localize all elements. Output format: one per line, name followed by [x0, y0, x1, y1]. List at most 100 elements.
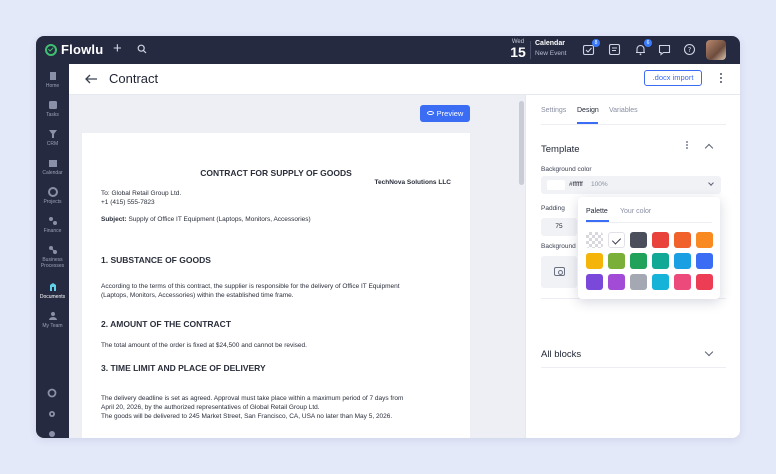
sidebar-item-my-team[interactable]: My Team	[36, 311, 69, 329]
tasks-icon	[48, 101, 57, 109]
chat-icon[interactable]	[658, 43, 671, 56]
color-preview	[547, 180, 565, 190]
sidebar-item-business-processes[interactable]: Business Processes	[36, 245, 69, 269]
help-icon[interactable]: ?	[683, 43, 696, 56]
page-title: Contract	[109, 71, 159, 86]
color-swatch[interactable]	[630, 253, 647, 269]
color-swatch[interactable]	[586, 274, 603, 290]
search-icon[interactable]	[137, 44, 147, 54]
avatar[interactable]	[706, 40, 726, 60]
color-swatch[interactable]	[608, 253, 625, 269]
color-swatch[interactable]	[608, 232, 625, 248]
paragraph-line: The total amount of the order is fixed a…	[101, 342, 307, 349]
notes-icon[interactable]	[608, 43, 621, 56]
projects-icon	[47, 187, 58, 197]
sidebar-item-label: My Team	[42, 323, 63, 329]
back-arrow-icon[interactable]	[84, 73, 98, 85]
color-palette-popup: Palette Your color	[578, 197, 720, 299]
paragraph-line: (Laptops, Monitors, Accessories) within …	[101, 292, 294, 299]
subject-text: Supply of Office IT Equipment (Laptops, …	[128, 216, 311, 223]
top-bar: Flowlu + Wed 15 Calendar New Event 8 6 ?	[36, 36, 740, 64]
apps-icon[interactable]	[47, 429, 57, 438]
sidebar-item-tasks[interactable]: Tasks	[36, 100, 69, 118]
color-swatch[interactable]	[630, 232, 647, 248]
section-heading: 3. TIME LIMIT AND PLACE OF DELIVERY	[101, 363, 266, 373]
color-swatch[interactable]	[696, 253, 713, 269]
tasks-check-icon[interactable]: 8	[582, 39, 600, 56]
paragraph-line: The delivery deadline is set as agreed. …	[101, 395, 404, 402]
tasks-badge: 8	[592, 39, 600, 47]
color-swatch[interactable]	[696, 274, 713, 290]
color-swatch[interactable]	[586, 253, 603, 269]
chevron-down-icon	[708, 180, 714, 186]
recipient-phone: +1 (415) 555-7823	[101, 199, 155, 206]
crm-icon	[48, 130, 57, 138]
background-image-upload[interactable]	[541, 256, 577, 288]
camera-icon	[554, 267, 565, 276]
bell-icon[interactable]: 6	[634, 39, 652, 56]
team-icon	[48, 312, 57, 320]
color-swatch[interactable]	[674, 232, 691, 248]
sidebar-item-label: Projects	[43, 199, 62, 205]
color-swatch[interactable]	[674, 253, 691, 269]
color-swatch[interactable]	[652, 253, 669, 269]
color-swatch[interactable]	[652, 232, 669, 248]
editor-scrollbar[interactable]	[519, 101, 524, 185]
calendar-widget[interactable]: Calendar New Event	[535, 39, 566, 59]
color-swatch[interactable]	[608, 274, 625, 290]
home-icon	[49, 72, 56, 80]
sidebar-item-calendar[interactable]: Calendar	[36, 158, 69, 176]
chevron-down-icon[interactable]	[704, 347, 714, 357]
sidebar-item-projects[interactable]: Projects	[36, 187, 69, 205]
date-day: 15	[510, 44, 526, 60]
sidebar-item-label: Calendar	[42, 170, 63, 176]
svg-text:?: ?	[688, 46, 692, 54]
sidebar-item-crm[interactable]: CRM	[36, 129, 69, 147]
paragraph-line: The goods will be delivered to 245 Marke…	[101, 413, 393, 420]
sidebar-item-label-2: Processes	[40, 263, 65, 269]
color-swatch[interactable]	[586, 232, 603, 248]
padding-label: Padding	[541, 205, 565, 212]
recipient: To: Global Retail Group Ltd.	[101, 190, 182, 197]
chevron-up-icon[interactable]	[704, 143, 714, 153]
color-swatch[interactable]	[674, 274, 691, 290]
sidebar-item-documents[interactable]: Documents	[36, 282, 69, 300]
section-title-all-blocks[interactable]: All blocks	[541, 349, 581, 360]
documents-icon	[49, 283, 56, 291]
sidebar-item-finance[interactable]: Finance	[36, 216, 69, 234]
tab-your-color[interactable]: Your color	[620, 208, 651, 215]
gear-icon[interactable]	[47, 409, 57, 419]
add-icon[interactable]: +	[113, 41, 122, 57]
tab-palette[interactable]: Palette	[586, 208, 608, 215]
subject-label: Subject:	[101, 216, 127, 223]
divider	[541, 367, 726, 368]
sidebar-item-label: Finance	[43, 228, 62, 234]
new-event-link[interactable]: New Event	[535, 49, 566, 59]
calendar-icon	[48, 160, 57, 167]
color-swatch[interactable]	[696, 232, 713, 248]
background-color-label: Background color	[541, 166, 592, 173]
company-name: TechNova Solutions LLC	[374, 179, 451, 186]
subject-line: Subject: Supply of Office IT Equipment (…	[101, 215, 311, 224]
paragraph-line: April 20, 2026, by the authorized repres…	[101, 404, 320, 411]
color-swatch[interactable]	[652, 274, 669, 290]
more-options-icon[interactable]	[719, 73, 723, 85]
section-options-icon[interactable]	[686, 141, 688, 149]
document-editor: Preview CONTRACT FOR SUPPLY OF GOODS Tec…	[69, 95, 525, 438]
logo[interactable]: Flowlu	[45, 42, 103, 57]
tab-variables[interactable]: Variables	[609, 107, 638, 114]
tab-design[interactable]: Design	[577, 107, 599, 114]
tab-settings[interactable]: Settings	[541, 107, 566, 114]
padding-input[interactable]: 75	[541, 218, 577, 236]
document-page[interactable]: CONTRACT FOR SUPPLY OF GOODS TechNova So…	[82, 133, 470, 438]
background-color-field[interactable]: #ffffff 100%	[541, 176, 721, 194]
docx-import-button[interactable]: .docx import	[644, 70, 702, 86]
divider	[530, 41, 531, 59]
integrations-icon[interactable]	[47, 388, 57, 398]
sidebar-item-home[interactable]: Home	[36, 71, 69, 89]
date-widget[interactable]: Wed 15	[510, 39, 526, 59]
color-swatch[interactable]	[630, 274, 647, 290]
preview-button[interactable]: Preview	[420, 105, 470, 122]
calendar-title: Calendar	[535, 40, 565, 47]
sidebar-item-label: Documents	[39, 294, 66, 300]
